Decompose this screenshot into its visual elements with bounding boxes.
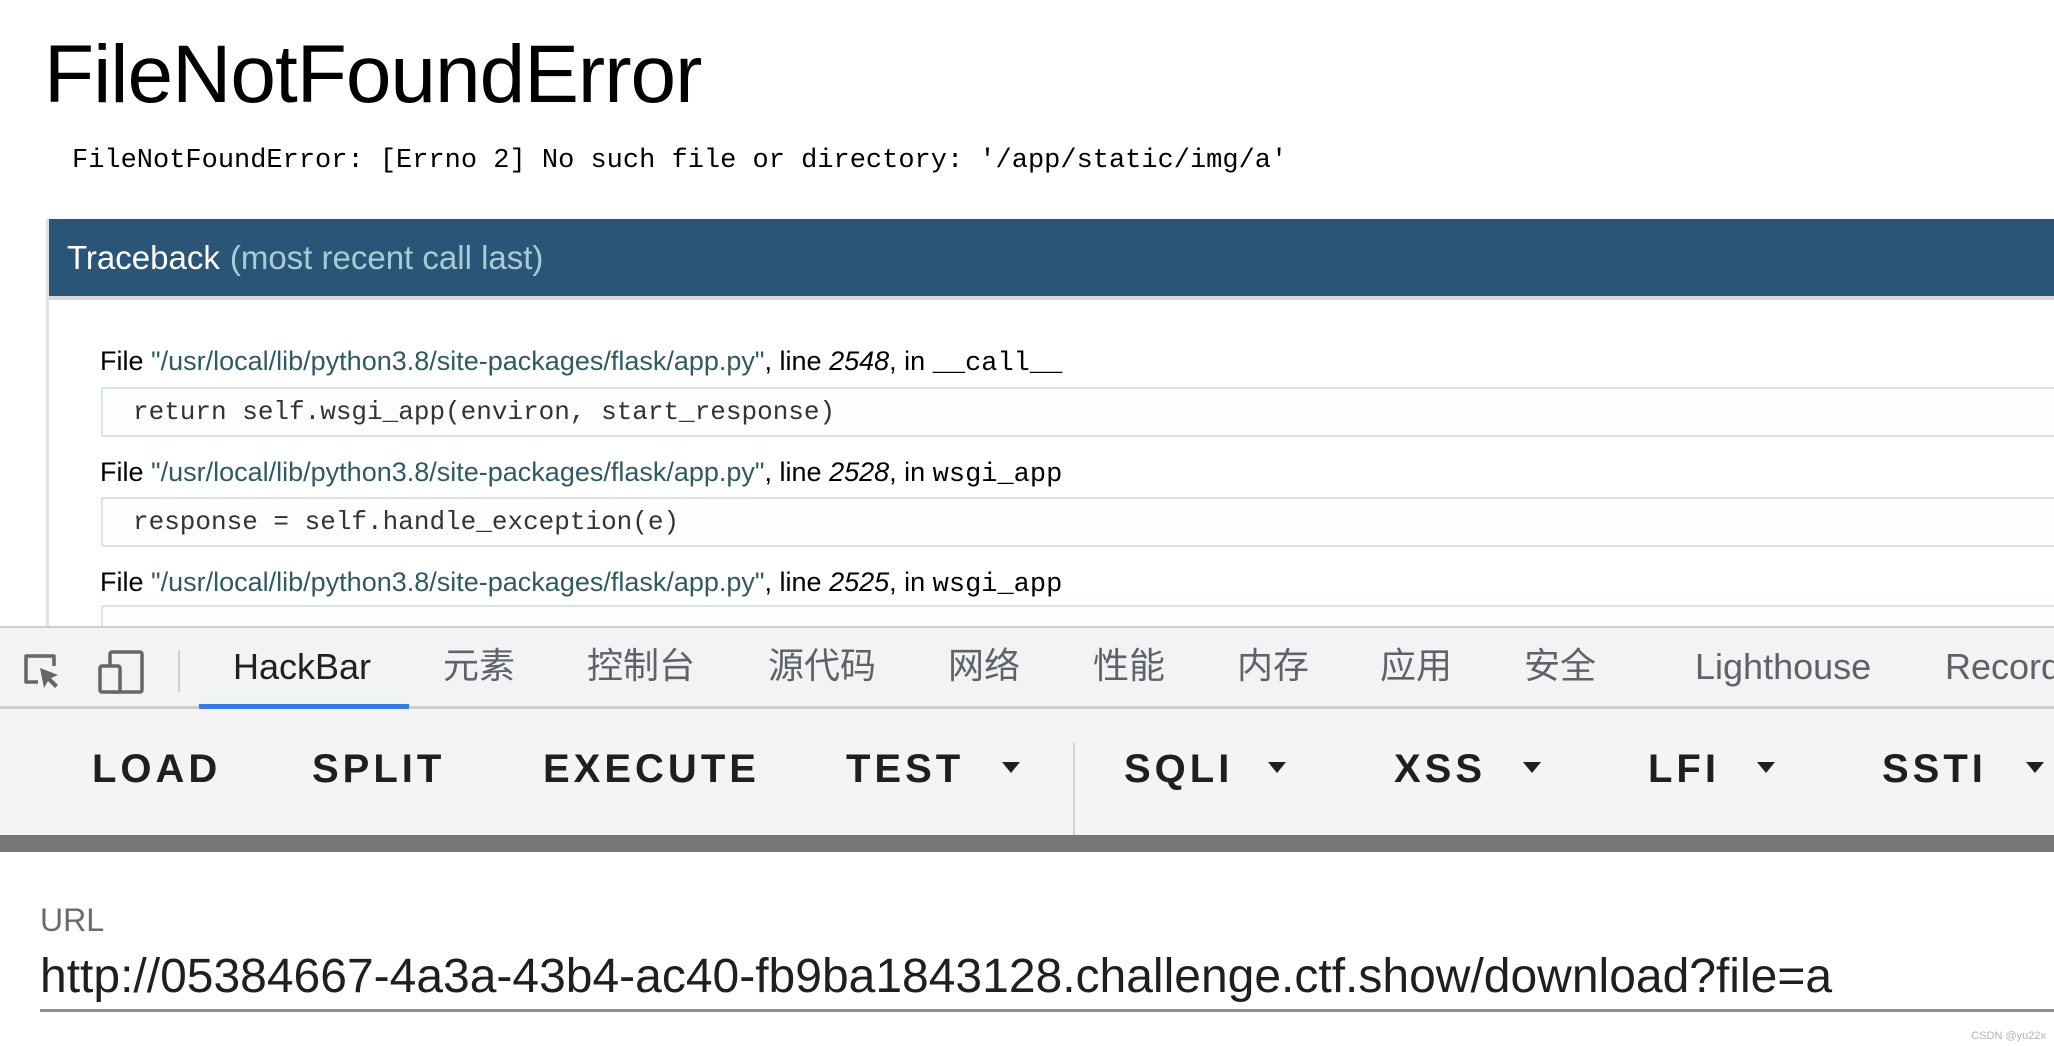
- tab-memory[interactable]: 内存: [1237, 628, 1309, 708]
- frame-file-path[interactable]: "/usr/local/lib/python3.8/site-packages/…: [151, 457, 765, 487]
- frame-file-path[interactable]: "/usr/local/lib/python3.8/site-packages/…: [151, 346, 765, 376]
- traceback-frame-location: File "/usr/local/lib/python3.8/site-pack…: [100, 567, 1062, 600]
- devtools-panel: HackBar 元素 控制台 源代码 网络 性能 内存 应用 安全 Lighth…: [0, 626, 2054, 1046]
- traceback-frame-location: File "/usr/local/lib/python3.8/site-pack…: [100, 457, 1062, 490]
- split-button[interactable]: SPLIT: [312, 739, 445, 799]
- frame-function: wsgi_app: [932, 460, 1063, 490]
- tab-performance[interactable]: 性能: [1093, 628, 1165, 708]
- lfi-caret-down-icon[interactable]: [1757, 762, 1775, 773]
- tab-elements[interactable]: 元素: [443, 628, 515, 708]
- execute-button[interactable]: EXECUTE: [543, 739, 760, 799]
- error-title: FileNotFoundError: [44, 29, 702, 120]
- tab-lighthouse[interactable]: Lighthouse: [1695, 628, 1871, 708]
- sqli-caret-down-icon[interactable]: [1268, 762, 1286, 773]
- inspect-element-icon[interactable]: [20, 648, 64, 692]
- toolbar-separator: [178, 650, 180, 692]
- frame-function: __call__: [932, 349, 1063, 379]
- traceback-frame-location: File "/usr/local/lib/python3.8/site-pack…: [100, 346, 1062, 379]
- in-prefix: , in: [889, 346, 933, 376]
- frame-line-number: 2525: [829, 567, 890, 597]
- frame-line-number: 2548: [829, 346, 890, 376]
- hackbar-divider: [0, 835, 2054, 852]
- tab-sources[interactable]: 源代码: [768, 628, 876, 708]
- in-prefix: , in: [889, 457, 933, 487]
- tab-security[interactable]: 安全: [1524, 628, 1596, 708]
- file-prefix: File: [100, 567, 152, 597]
- xss-dropdown-button[interactable]: XSS: [1394, 739, 1486, 799]
- xss-caret-down-icon[interactable]: [1523, 762, 1541, 773]
- toolbar-separator: [1073, 743, 1075, 839]
- line-prefix: , line: [764, 346, 830, 376]
- frame-code[interactable]: return self.wsgi_app(environ, start_resp…: [101, 387, 2054, 437]
- traceback-panel: Traceback (most recent call last) File "…: [46, 219, 2054, 626]
- tab-recorder[interactable]: Recorder: [1945, 628, 2054, 708]
- ssti-caret-down-icon[interactable]: [2026, 762, 2044, 773]
- device-toolbar-icon[interactable]: [98, 648, 144, 694]
- frame-line-number: 2528: [829, 457, 890, 487]
- frame-code[interactable]: response = self.full_dispatch_request(): [101, 605, 2054, 626]
- traceback-header: Traceback (most recent call last): [49, 219, 2054, 300]
- lfi-dropdown-button[interactable]: LFI: [1648, 739, 1720, 799]
- line-prefix: , line: [764, 567, 830, 597]
- error-message: FileNotFoundError: [Errno 2] No such fil…: [72, 146, 1288, 176]
- test-dropdown-button[interactable]: TEST: [846, 739, 964, 799]
- frame-function: wsgi_app: [932, 570, 1063, 600]
- tab-hackbar[interactable]: HackBar: [233, 628, 371, 708]
- traceback-heading: Traceback: [67, 238, 220, 276]
- hackbar-toolbar: LOAD SPLIT EXECUTE TEST SQLI XSS LFI SST…: [0, 709, 2054, 839]
- url-input[interactable]: [40, 944, 2054, 1012]
- traceback-subheading: (most recent call last): [229, 238, 544, 276]
- test-caret-down-icon[interactable]: [1002, 762, 1020, 773]
- frame-code[interactable]: response = self.handle_exception(e): [101, 497, 2054, 547]
- ssti-dropdown-button[interactable]: SSTI: [1882, 739, 1987, 799]
- in-prefix: , in: [889, 567, 933, 597]
- url-label: URL: [40, 902, 105, 938]
- sqli-dropdown-button[interactable]: SQLI: [1124, 739, 1233, 799]
- file-prefix: File: [100, 457, 152, 487]
- watermark: CSDN @yu22x: [1971, 1030, 2046, 1042]
- tab-network[interactable]: 网络: [948, 628, 1020, 708]
- tab-console[interactable]: 控制台: [587, 628, 695, 708]
- devtools-tab-bar: HackBar 元素 控制台 源代码 网络 性能 内存 应用 安全 Lighth…: [0, 626, 2054, 709]
- frame-file-path[interactable]: "/usr/local/lib/python3.8/site-packages/…: [151, 567, 765, 597]
- file-prefix: File: [100, 346, 152, 376]
- error-page: FileNotFoundError FileNotFoundError: [Er…: [0, 0, 2054, 626]
- line-prefix: , line: [764, 457, 830, 487]
- tab-application[interactable]: 应用: [1380, 628, 1452, 708]
- load-button[interactable]: LOAD: [92, 739, 221, 799]
